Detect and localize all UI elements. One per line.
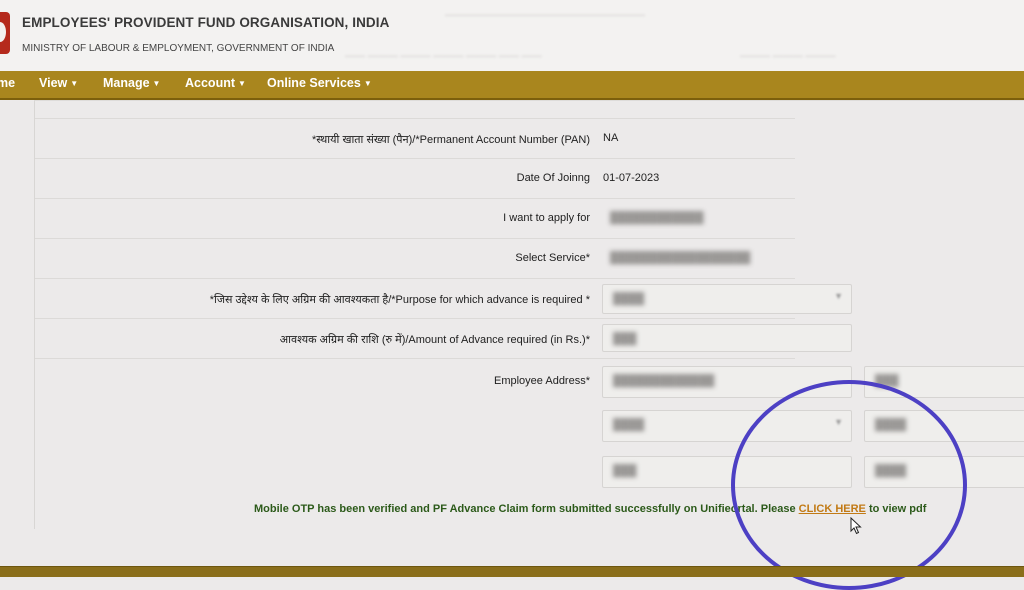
address-pincode-field[interactable]: ████ xyxy=(864,456,1024,488)
success-message: Mobile OTP has been verified and PF Adva… xyxy=(254,503,926,515)
blurred-value: ████████████ xyxy=(610,212,704,224)
blurred-value: ███ xyxy=(613,465,637,477)
address-city-field[interactable]: ███ xyxy=(602,456,852,488)
select-service-label: Select Service* xyxy=(515,252,590,264)
nav-manage[interactable]: Manage ▼ xyxy=(103,76,160,90)
nav-view[interactable]: View ▼ xyxy=(39,76,78,90)
nav-online-services[interactable]: Online Services ▼ xyxy=(267,76,372,90)
nav-online-services-label: Online Services xyxy=(267,76,361,90)
blurred-value: ███ xyxy=(613,333,637,345)
purpose-select[interactable]: ████ ▼ xyxy=(602,284,852,314)
date-of-joining-value: 01-07-2023 xyxy=(603,172,660,184)
amount-label: आवश्यक अग्रिम की राशि (रु में)/Amount of… xyxy=(279,334,590,346)
blurred-value: ████ xyxy=(613,419,645,431)
row-divider xyxy=(35,358,795,359)
pan-label: *स्थायी खाता संख्या (पैन)/*Permanent Acc… xyxy=(311,134,590,146)
ghost-overlay: —— ——— ——— ——— ——— —— —— xyxy=(345,51,542,62)
nav-view-label: View xyxy=(39,76,68,90)
footer-bar xyxy=(0,566,1024,577)
main-nav: me View ▼ Manage ▼ Account ▼ Online Service… xyxy=(0,71,1024,100)
success-text-2: ortal. Please xyxy=(730,503,799,515)
address-line-1b[interactable]: ███ xyxy=(864,366,1024,398)
address-field-b[interactable]: ████ xyxy=(864,410,1024,442)
row-divider xyxy=(35,278,795,279)
apply-for-label: I want to apply for xyxy=(503,212,590,224)
row-divider xyxy=(35,118,795,119)
address-state-select[interactable]: ████ ▼ xyxy=(602,410,852,442)
pan-value: NA xyxy=(603,132,619,144)
nav-account-label: Account xyxy=(185,76,235,90)
row-divider xyxy=(35,158,795,159)
ghost-overlay: ———————————————————— xyxy=(445,10,645,21)
blurred-value: ████ xyxy=(875,419,907,431)
mouse-pointer-icon xyxy=(850,516,862,535)
blurred-value: █████████████ xyxy=(613,375,715,387)
select-service-field[interactable]: ██████████████████ xyxy=(600,244,796,272)
apply-for-field[interactable]: ████████████ xyxy=(600,204,796,232)
nav-manage-label: Manage xyxy=(103,76,150,90)
caret-down-icon: ▼ xyxy=(70,79,79,89)
date-of-joining-label: Date Of Joinng xyxy=(516,172,590,184)
blurred-value: ███ xyxy=(875,375,899,387)
caret-down-icon: ▼ xyxy=(363,79,372,89)
ghost-overlay: ——— ——— ——— xyxy=(740,51,836,62)
caret-down-icon: ▼ xyxy=(238,79,246,89)
chevron-down-icon: ▼ xyxy=(834,291,843,301)
epfo-logo-icon xyxy=(0,12,10,54)
row-divider xyxy=(35,238,795,239)
amount-input[interactable]: ███ xyxy=(602,324,852,352)
row-divider xyxy=(35,318,795,319)
blurred-value: ████ xyxy=(613,293,645,305)
success-text: Mobile OTP has been verified and PF Adva… xyxy=(254,503,731,515)
caret-down-icon: ▼ xyxy=(152,79,161,89)
blurred-value: ████ xyxy=(875,465,907,477)
employee-address-label: Employee Address* xyxy=(494,375,590,387)
site-header: EMPLOYEES' PROVIDENT FUND ORGANISATION, … xyxy=(0,0,1024,72)
address-line-1[interactable]: █████████████ xyxy=(602,366,852,398)
chevron-down-icon: ▼ xyxy=(834,417,843,427)
success-text-3: to view pdf xyxy=(865,503,927,515)
row-divider xyxy=(35,198,795,199)
nav-home[interactable]: me xyxy=(0,76,15,90)
click-here-link[interactable]: CLICK HERE xyxy=(799,503,866,515)
org-name: EMPLOYEES' PROVIDENT FUND ORGANISATION, … xyxy=(22,15,390,30)
blurred-value: ██████████████████ xyxy=(610,252,751,264)
ministry-name: MINISTRY OF LABOUR & EMPLOYMENT, GOVERNM… xyxy=(22,43,335,54)
purpose-label: *जिस उद्देश्य के लिए अग्रिम की आवश्यकता … xyxy=(209,294,590,306)
nav-account[interactable]: Account ▼ xyxy=(185,76,246,90)
